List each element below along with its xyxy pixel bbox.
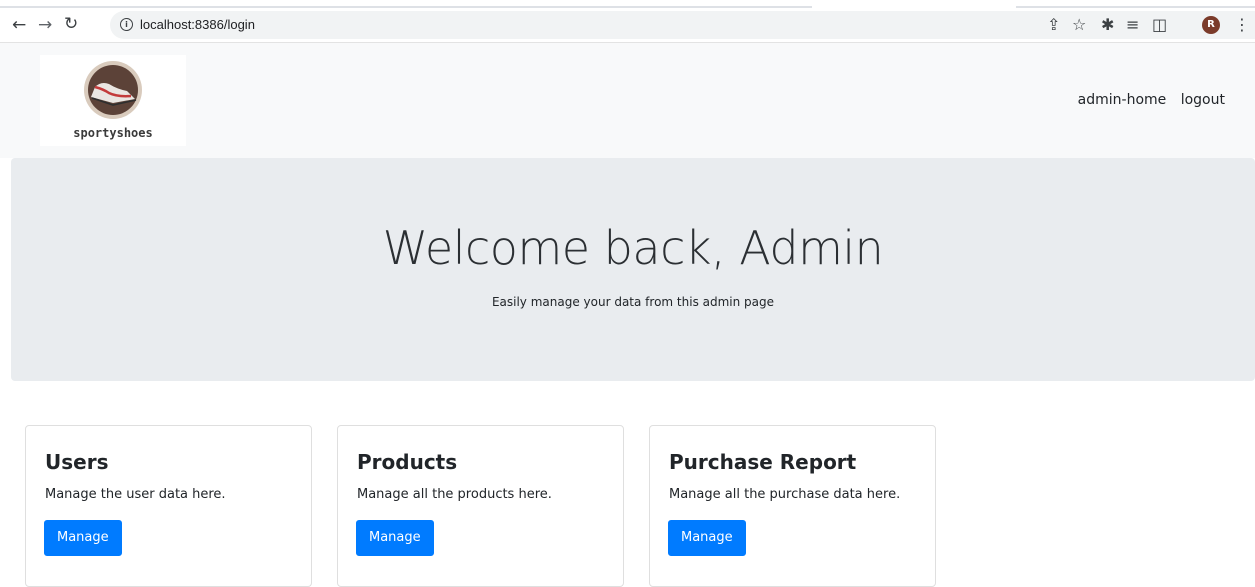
back-arrow-icon[interactable]: ← — [12, 16, 26, 34]
logo-wordmark: sportyshoes — [73, 126, 153, 140]
site-navbar: sportyshoes admin-home logout — [0, 43, 1255, 158]
side-panel-icon[interactable]: ◫ — [1152, 16, 1167, 34]
card-users: Users Manage the user data here. Manage — [25, 425, 312, 587]
reload-icon[interactable]: ↻ — [64, 15, 78, 33]
card-title: Products — [357, 450, 458, 474]
shoe-logo-icon — [84, 61, 142, 119]
welcome-jumbotron: Welcome back, Admin Easily manage your d… — [11, 158, 1255, 381]
url-text[interactable]: localhost:8386/login — [140, 17, 255, 32]
profile-avatar[interactable]: R — [1202, 16, 1220, 34]
card-title: Purchase Report — [669, 450, 857, 474]
card-text: Manage the user data here. — [45, 487, 226, 502]
nav-links: admin-home logout — [1068, 92, 1225, 108]
page-subtitle: Easily manage your data from this admin … — [491, 295, 775, 309]
card-purchase-report: Purchase Report Manage all the purchase … — [649, 425, 936, 587]
manage-products-button[interactable]: Manage — [356, 520, 434, 556]
manage-users-button[interactable]: Manage — [44, 520, 122, 556]
kebab-menu-icon[interactable]: ⋮ — [1234, 16, 1250, 34]
card-title: Users — [45, 450, 109, 474]
forward-arrow-icon[interactable]: → — [38, 16, 52, 34]
card-text: Manage all the purchase data here. — [669, 487, 901, 502]
nav-link-admin-home[interactable]: admin-home — [1078, 92, 1167, 108]
extensions-puzzle-icon[interactable]: ✱ — [1101, 16, 1114, 34]
bookmark-star-icon[interactable]: ☆ — [1072, 16, 1086, 34]
site-info-icon[interactable]: i — [120, 18, 133, 31]
sportyshoes-logo[interactable]: sportyshoes — [40, 55, 186, 146]
browser-toolbar: ← → ↻ i localhost:8386/login ⇪ ☆ ✱ ≡ ◫ R… — [0, 8, 1255, 43]
card-text: Manage all the products here. — [357, 487, 552, 502]
manage-purchase-report-button[interactable]: Manage — [668, 520, 746, 556]
nav-link-logout[interactable]: logout — [1181, 92, 1225, 108]
reading-list-icon[interactable]: ≡ — [1126, 16, 1139, 34]
card-products: Products Manage all the products here. M… — [337, 425, 624, 587]
share-icon[interactable]: ⇪ — [1047, 16, 1060, 34]
page-title: Welcome back, Admin — [382, 221, 884, 275]
